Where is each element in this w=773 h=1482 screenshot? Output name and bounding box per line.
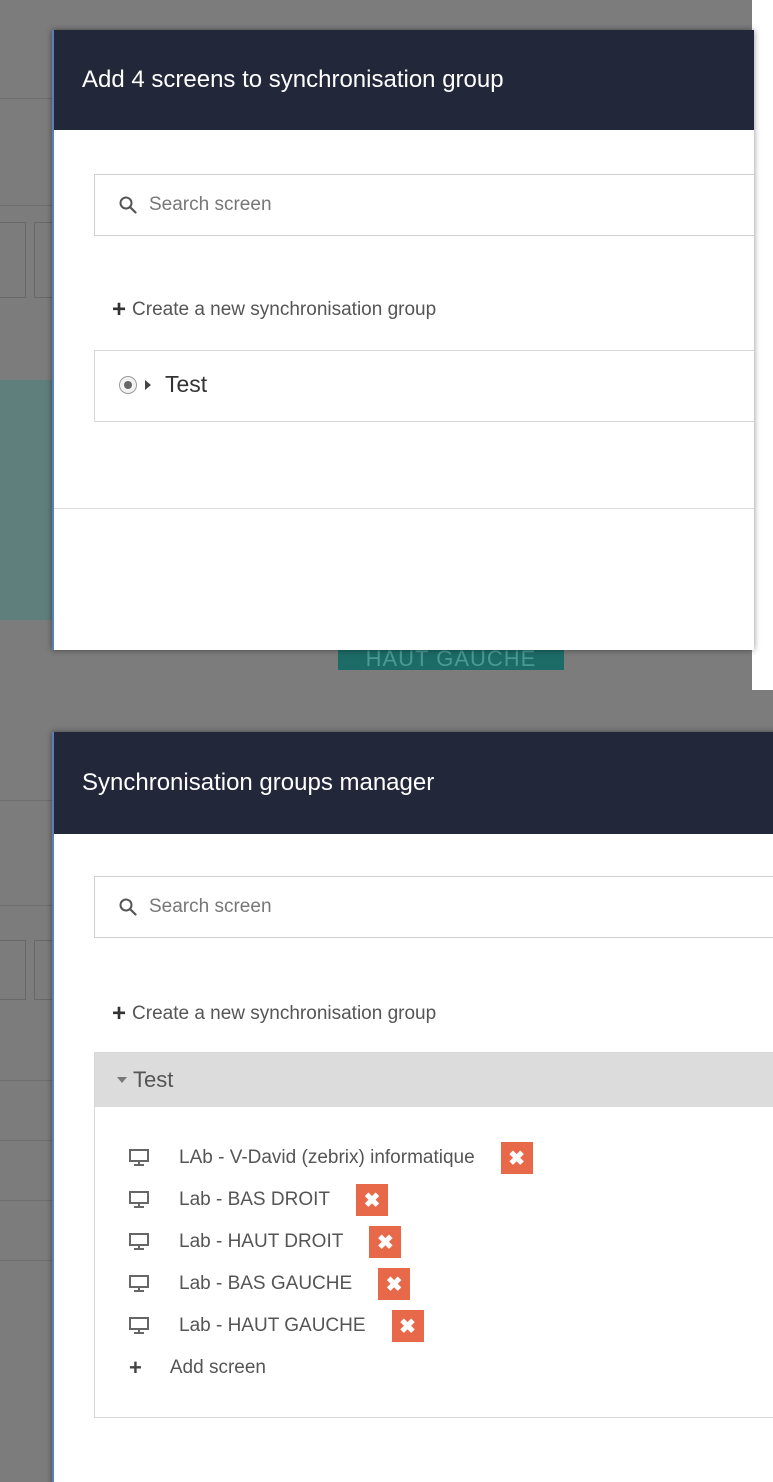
close-icon: ✖	[508, 1147, 526, 1170]
modal-header: Synchronisation groups manager	[54, 732, 773, 834]
footer-divider	[54, 508, 754, 509]
search-icon	[119, 196, 137, 214]
plus-icon: +	[129, 1355, 142, 1380]
bg-selected-row	[0, 380, 60, 620]
create-group-label: Create a new synchronisation group	[132, 1003, 437, 1024]
screen-item: Lab - HAUT GAUCHE ✖	[129, 1309, 424, 1343]
close-icon: ✖	[385, 1273, 403, 1296]
remove-screen-button[interactable]: ✖	[391, 1310, 424, 1342]
search-input[interactable]: Search screen	[94, 876, 773, 938]
search-placeholder: Search screen	[149, 896, 272, 917]
add-screen-button[interactable]: + Add screen	[129, 1355, 266, 1381]
search-input[interactable]: Search screen	[94, 174, 754, 236]
create-group-button[interactable]: + Create a new synchronisation group	[112, 1000, 436, 1028]
close-icon: ✖	[399, 1315, 416, 1338]
add-to-group-modal: Add 4 screens to synchronisation group S…	[52, 30, 754, 650]
radio-icon[interactable]	[119, 375, 137, 394]
bg-divider	[0, 1260, 60, 1261]
caret-right-icon[interactable]	[145, 379, 151, 390]
group-header-test[interactable]: Test	[95, 1053, 773, 1107]
remove-screen-button[interactable]: ✖	[369, 1226, 402, 1258]
bg-box	[0, 222, 26, 298]
search-placeholder: Search screen	[149, 194, 272, 215]
bg-divider	[0, 905, 60, 906]
monitor-icon	[129, 1275, 149, 1292]
close-icon: ✖	[376, 1231, 394, 1254]
group-list: Test	[94, 350, 754, 422]
monitor-icon	[129, 1317, 149, 1334]
modal-title: Add 4 screens to synchronisation group	[82, 66, 504, 93]
modal-header: Add 4 screens to synchronisation group	[54, 30, 754, 130]
screen-item: Lab - BAS GAUCHE ✖	[129, 1267, 411, 1301]
remove-screen-button[interactable]: ✖	[356, 1184, 388, 1216]
bg-divider	[0, 98, 60, 99]
create-group-button[interactable]: + Create a new synchronisation group	[112, 296, 436, 324]
monitor-icon	[129, 1191, 149, 1208]
search-icon	[119, 898, 137, 916]
close-icon: ✖	[363, 1189, 381, 1212]
screen-name: Lab - BAS DROIT	[179, 1189, 330, 1210]
monitor-icon	[129, 1149, 149, 1166]
white-gap	[752, 0, 773, 690]
bg-divider	[0, 1140, 60, 1141]
bg-divider	[0, 1080, 60, 1081]
group-name: Test	[133, 1067, 174, 1092]
screen-item: Lab - BAS DROIT ✖	[129, 1183, 388, 1217]
create-group-label: Create a new synchronisation group	[132, 299, 437, 320]
bg-divider	[0, 1200, 60, 1201]
remove-screen-button[interactable]: ✖	[378, 1268, 411, 1300]
caret-down-icon[interactable]	[117, 1077, 127, 1083]
remove-screen-button[interactable]: ✖	[500, 1142, 533, 1174]
plus-icon: +	[112, 1000, 127, 1027]
bg-divider	[0, 800, 60, 801]
add-screen-label: Add screen	[169, 1357, 266, 1378]
plus-icon: +	[112, 296, 127, 323]
bg-divider	[0, 205, 60, 206]
group-panel: Test LAb - V-David (zebrix) informatique…	[94, 1052, 773, 1418]
group-option-label: Test	[165, 371, 208, 397]
groups-manager-modal: Synchronisation groups manager Search sc…	[52, 732, 773, 1482]
screen-item: Lab - HAUT DROIT ✖	[129, 1225, 402, 1259]
modal-title: Synchronisation groups manager	[82, 769, 435, 796]
monitor-icon	[129, 1233, 149, 1250]
screen-name: LAb - V-David (zebrix) informatique	[179, 1147, 475, 1168]
screen-item: LAb - V-David (zebrix) informatique ✖	[129, 1141, 533, 1175]
screen-name: Lab - BAS GAUCHE	[179, 1273, 353, 1294]
screen-name: Lab - HAUT DROIT	[179, 1231, 344, 1252]
screen-name: Lab - HAUT GAUCHE	[179, 1315, 366, 1336]
bg-box	[0, 940, 26, 1000]
group-option-test[interactable]: Test	[119, 371, 207, 398]
